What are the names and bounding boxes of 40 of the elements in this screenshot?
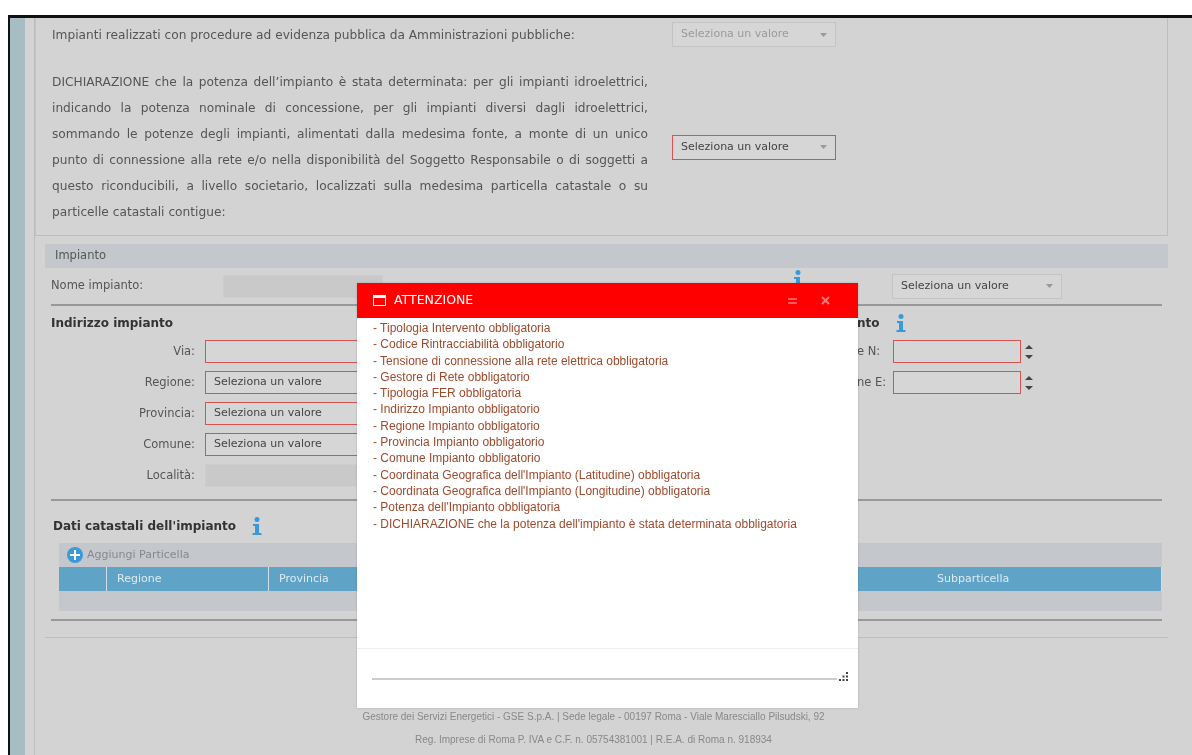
- error-message: - DICHIARAZIONE che la potenza dell'impianto è stata determinata obbligatoria: [373, 515, 798, 532]
- section-title: Dati catastali dell'impianto: [53, 518, 237, 535]
- field-label: Provincia:: [138, 404, 196, 422]
- plus-icon: [67, 547, 83, 563]
- name-field[interactable]: [223, 274, 384, 298]
- field-label: e N:: [857, 342, 882, 360]
- select-field[interactable]: Seleziona un valore: [672, 134, 836, 160]
- select-field[interactable]: Seleziona un valore: [892, 273, 1062, 299]
- field-label: Località:: [145, 466, 196, 484]
- caret-icon: [1046, 284, 1053, 288]
- spinner-icon[interactable]: [1025, 343, 1033, 360]
- error-message: - Coordinata Geografica dell'Impianto (Latitudine) obbligatoria: [373, 466, 702, 483]
- info-icon[interactable]: [895, 314, 906, 332]
- field-label: ne E:: [857, 373, 888, 391]
- error-message: - Tipologia Intervento obbligatoria: [373, 320, 552, 337]
- caret-icon: [820, 32, 827, 37]
- footer-text: Reg. Imprese di Roma P. IVA e C.F. n. 05754381001 | R.E.A. di Roma n. 918934: [414, 733, 773, 747]
- error-message: - Coordinata Geografica dell'Impianto (Longitudine) obbligatoria: [373, 482, 712, 500]
- close-icon[interactable]: [821, 296, 830, 305]
- field-label: Nome impianto:: [51, 277, 144, 295]
- caret-icon: [820, 145, 827, 149]
- footer-text: Gestore dei Servizi Energetici - GSE S.p.A. | Sede legale - 00197 Roma - Viale Maresciallo Pilsudski, 92: [361, 710, 826, 724]
- section-title: Indirizzo impianto: [51, 315, 174, 332]
- declaration-text: Impianti realizzati con procedure ad evidenza pubblica da Amministrazioni pubbliche:: [52, 26, 576, 44]
- window-icon: [373, 295, 386, 306]
- info-icon[interactable]: [252, 517, 263, 535]
- spinner-icon[interactable]: [1025, 374, 1033, 391]
- field-label: Via:: [172, 342, 196, 360]
- field-label: Comune:: [142, 435, 196, 453]
- declaration-text: DICHIARAZIONE che la potenza dell’impianto è stata determinata: per gli impianti idroelettrici, indicando la potenza nominale di concessione, per gli impianti diversi dagli idroelettrici, sommando le potenze degli impianti, alimentati dalla medesima fonte, a monte di un unico punto di connessione alla rete e/o nella disponibilità del Soggetto Responsabile o di soggetti a questo riconducibili, a livello societario, localizzati sulla medesima particella catastale o su particelle catastali contigue:: [52, 74, 648, 221]
- number-field[interactable]: [893, 340, 1021, 363]
- error-message: - Codice Rintracciabilità obbligatorio: [373, 336, 566, 353]
- section-title: nto: [857, 315, 880, 332]
- field-label: Regione:: [143, 373, 196, 391]
- error-message: - Potenza dell'Impianto obbligatoria: [373, 499, 562, 516]
- number-field[interactable]: [893, 371, 1021, 394]
- resize-grip-icon[interactable]: [839, 672, 848, 681]
- error-message: - Tensione di connessione alla rete elettrica obbligatoria: [373, 352, 670, 369]
- section-header[interactable]: Impianto: [45, 244, 1168, 268]
- dialog-title: ATTENZIONE: [394, 291, 475, 310]
